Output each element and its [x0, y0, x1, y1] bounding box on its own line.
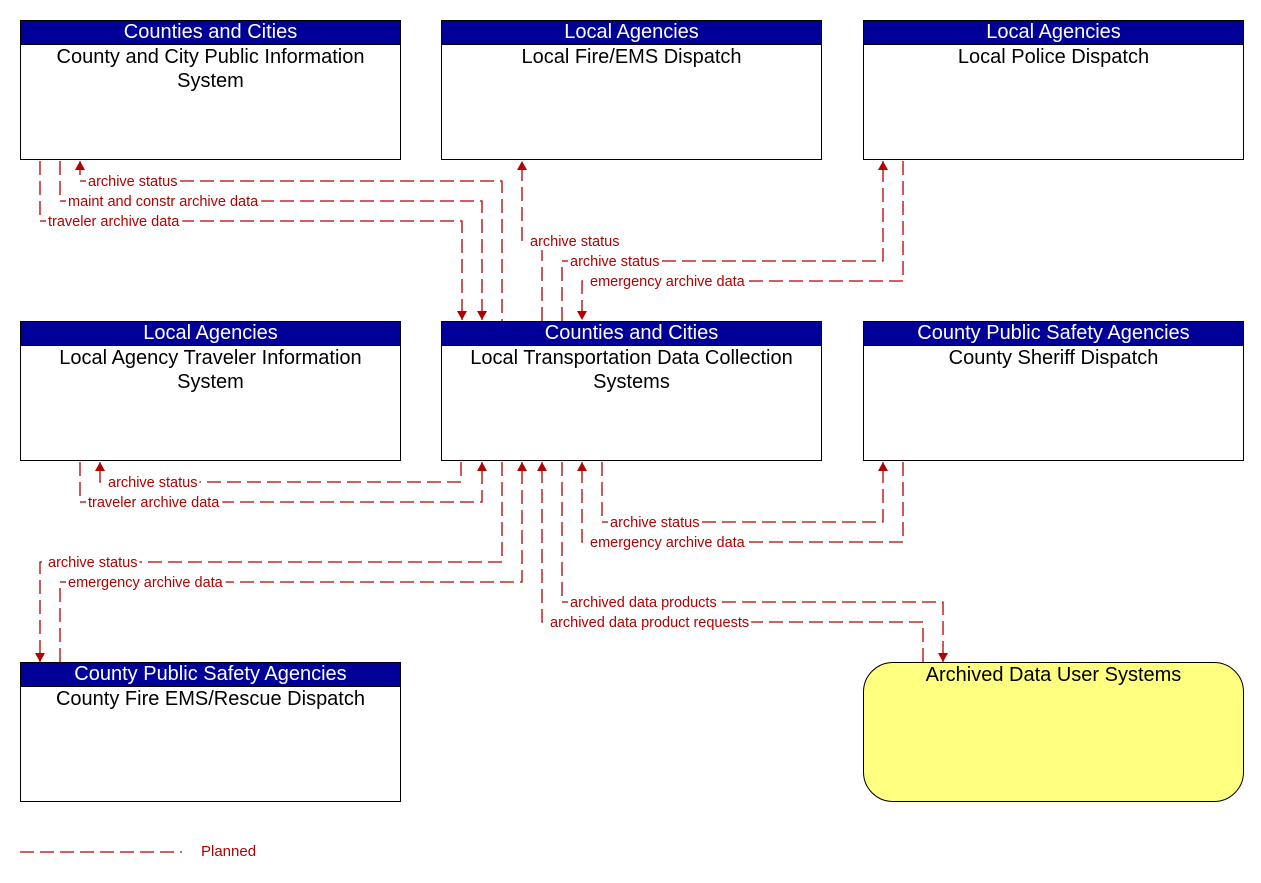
arrowhead-icon — [577, 311, 587, 320]
flow-label: traveler archive data — [48, 214, 180, 230]
flow-label: traveler archive data — [88, 495, 220, 511]
flow-label: archive status — [48, 555, 137, 571]
flow-label: archive status — [610, 515, 699, 531]
flow-line[interactable] — [601, 462, 884, 523]
arrowhead-icon — [878, 161, 888, 170]
arrowhead-icon — [938, 653, 948, 662]
flow-line[interactable] — [561, 462, 944, 662]
flow-label: emergency archive data — [68, 575, 224, 591]
arrowhead-icon — [95, 462, 105, 471]
arrowhead-icon — [75, 161, 85, 170]
flow-label: archive status — [88, 174, 177, 190]
flow-label: emergency archive data — [590, 535, 746, 551]
flow-label: archive status — [530, 234, 619, 250]
flow-line[interactable] — [581, 161, 904, 320]
flow-label: emergency archive data — [590, 274, 746, 290]
arrowhead-icon — [517, 161, 527, 170]
arrowhead-icon — [537, 462, 547, 471]
flow-line[interactable] — [541, 462, 924, 662]
arrowhead-icon — [577, 462, 587, 471]
arrowhead-icon — [457, 311, 467, 320]
arrowhead-icon — [517, 462, 527, 471]
arrowhead-icon — [35, 653, 45, 662]
flow-label: maint and constr archive data — [68, 194, 259, 210]
arrowhead-icon — [477, 311, 487, 320]
legend-planned-label: Planned — [201, 843, 257, 860]
arrowhead-icon — [878, 462, 888, 471]
flow-label: archived data products — [570, 595, 717, 611]
flow-label: archive status — [108, 475, 197, 491]
flow-label: archive status — [570, 254, 659, 270]
flow-diagram: archive status maint and constr archive d… — [20, 161, 948, 853]
flow-label: archived data product requests — [550, 615, 749, 631]
arrowhead-icon — [477, 462, 487, 471]
